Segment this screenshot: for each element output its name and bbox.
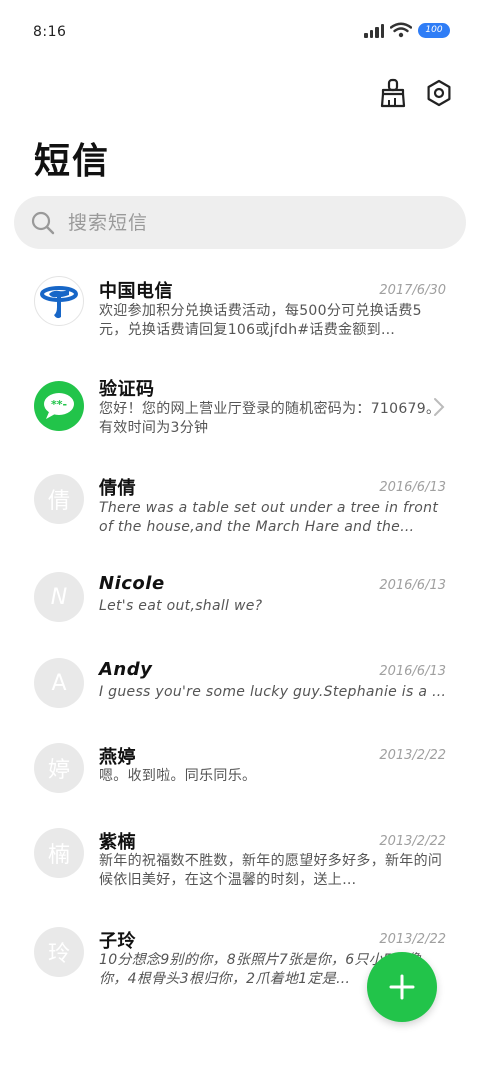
message-preview: 您好！您的网上营业厅登录的随机密码为：710679。有效时间为3分钟 — [99, 401, 441, 436]
message-sender: 紫楠 — [99, 832, 136, 853]
message-date: 2016/6/13 — [379, 578, 446, 593]
avatar: N — [34, 572, 84, 622]
message-item[interactable]: A Andy 2016/6/13 I guess you're some luc… — [0, 648, 480, 728]
avatar: 玲 — [34, 927, 84, 977]
clean-button[interactable] — [378, 78, 408, 108]
search-bar[interactable] — [14, 196, 466, 249]
message-date: 2013/2/22 — [379, 834, 446, 849]
battery-icon: 100 — [418, 22, 450, 38]
status-bar: 8:16 100 — [0, 0, 480, 66]
broom-icon — [380, 78, 406, 108]
message-sender: Nicole — [99, 573, 165, 594]
message-preview: I guess you're some lucky guy.Stephanie … — [99, 684, 447, 700]
wifi-icon — [390, 22, 412, 38]
message-preview: There was a table set out under a tree i… — [99, 500, 439, 535]
message-item[interactable]: 楠 紫楠 2013/2/22 新年的祝福数不胜数，新年的愿望好多好多，新年的问候… — [0, 817, 480, 913]
plus-icon — [389, 974, 415, 1000]
message-item[interactable]: 婷 燕婷 2013/2/22 嗯。收到啦。同乐同乐。 — [0, 732, 480, 812]
message-date: 2013/2/22 — [379, 932, 446, 947]
toolbar — [378, 78, 454, 108]
verification-code-icon: **- — [34, 381, 84, 431]
avatar: A — [34, 658, 84, 708]
message-sender: 中国电信 — [99, 281, 173, 302]
search-input[interactable] — [68, 211, 428, 234]
message-sender: 验证码 — [99, 379, 155, 400]
message-preview: Let's eat out,shall we? — [99, 598, 263, 614]
settings-button[interactable] — [424, 78, 454, 108]
new-message-button[interactable] — [367, 952, 437, 1022]
status-icons: 100 — [364, 22, 450, 38]
settings-icon — [427, 79, 451, 107]
message-item[interactable]: 倩 倩倩 2016/6/13 There was a table set out… — [0, 462, 480, 558]
message-preview: 嗯。收到啦。同乐同乐。 — [99, 768, 257, 784]
message-date: 2016/6/13 — [379, 480, 446, 495]
search-icon — [31, 211, 55, 234]
avatar: 楠 — [34, 828, 84, 878]
page-title: 短信 — [34, 141, 111, 182]
svg-text:**-: **- — [51, 398, 67, 411]
message-date: 2013/2/22 — [379, 748, 446, 763]
avatar: 婷 — [34, 743, 84, 793]
message-date: 2016/6/13 — [379, 664, 446, 679]
message-item[interactable]: N Nicole 2016/6/13 Let's eat out,shall w… — [0, 562, 480, 642]
chevron-right-icon — [434, 398, 445, 416]
message-item[interactable]: **- 验证码 您好！您的网上营业厅登录的随机密码为：710679。有效时间为3… — [0, 362, 480, 458]
china-telecom-logo — [34, 276, 84, 326]
message-sender: 倩倩 — [99, 478, 136, 499]
message-sender: 子玲 — [99, 931, 136, 952]
message-preview: 欢迎参加积分兑换话费活动，每500分可兑换话费5元，兑换话费请回复106或jfd… — [99, 303, 422, 338]
battery-level: 100 — [425, 25, 443, 35]
signal-icon — [364, 22, 384, 38]
message-preview: 新年的祝福数不胜数，新年的愿望好多好多，新年的问候依旧美好，在这个温馨的时刻，送… — [99, 853, 443, 888]
message-sender: 燕婷 — [99, 747, 136, 768]
message-sender: Andy — [99, 659, 153, 680]
avatar: 倩 — [34, 474, 84, 524]
message-item[interactable]: 中国电信 2017/6/30 欢迎参加积分兑换话费活动，每500分可兑换话费5元… — [0, 262, 480, 358]
message-date: 2017/6/30 — [379, 283, 446, 298]
status-time: 8:16 — [33, 24, 67, 40]
